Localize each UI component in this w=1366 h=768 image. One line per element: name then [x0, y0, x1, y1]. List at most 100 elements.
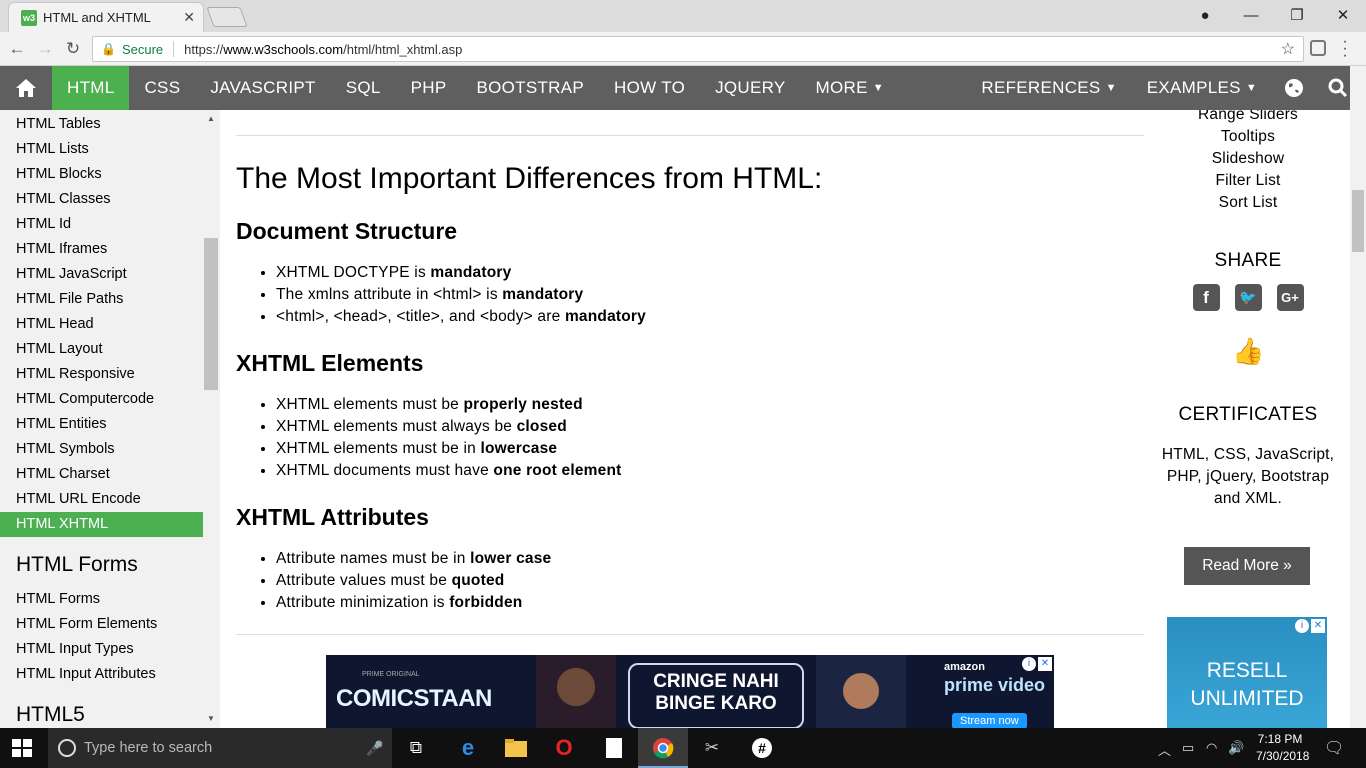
twitter-icon[interactable]: 🐦 [1234, 284, 1262, 311]
sidebar-item-html-computercode[interactable]: HTML Computercode [0, 387, 220, 412]
nav-jquery[interactable]: JQUERY [700, 66, 800, 110]
microphone-icon[interactable]: 🎤 [366, 740, 383, 757]
extension-icon[interactable] [1310, 40, 1326, 56]
edge-icon[interactable]: e [456, 735, 480, 760]
sidebar-item-html-symbols[interactable]: HTML Symbols [0, 437, 220, 462]
ad-line2: BINGE KARO [655, 693, 777, 714]
notifications-icon[interactable]: 🗨 [1324, 738, 1344, 758]
sidebar-item-html-classes[interactable]: HTML Classes [0, 187, 220, 212]
browser-tab[interactable]: w3 HTML and XHTML ✕ [8, 2, 204, 32]
home-icon[interactable] [0, 66, 52, 110]
right-link-slideshow[interactable]: Slideshow [1146, 148, 1350, 170]
sidebar-item-html-input-attributes[interactable]: HTML Input Attributes [0, 662, 220, 687]
opera-icon[interactable]: O [552, 735, 576, 760]
section-heading-xhtml-elements: XHTML Elements [236, 350, 424, 376]
google-plus-icon[interactable]: G+ [1276, 284, 1304, 311]
ad-person-image [816, 655, 906, 728]
like-thumb-icon[interactable]: 👍 [1232, 336, 1264, 367]
svg-text:#: # [758, 740, 766, 756]
close-window-button[interactable]: ✕ [1320, 0, 1366, 30]
page-scrollbar-track[interactable] [1350, 66, 1366, 728]
sidebar-item-html-entities[interactable]: HTML Entities [0, 412, 220, 437]
sidebar-scrollbar-track[interactable] [204, 110, 219, 728]
close-tab-icon[interactable]: ✕ [183, 9, 195, 26]
sidebar-item-html-charset[interactable]: HTML Charset [0, 462, 220, 487]
sidebar-item-html-form-elements[interactable]: HTML Form Elements [0, 612, 220, 637]
browser-menu-icon[interactable]: · · · [1340, 34, 1350, 64]
ad-close-icon[interactable]: ✕ [1311, 619, 1325, 633]
sidebar-item-html-file-paths[interactable]: HTML File Paths [0, 287, 220, 312]
ad-banner[interactable]: PRIME ORIGINAL COMICSTAAN CRINGE NAHI BIN… [326, 655, 1054, 728]
notepad-icon[interactable] [602, 736, 626, 760]
nav-more[interactable]: MORE ▼ [801, 66, 899, 110]
right-link-filter-list[interactable]: Filter List [1146, 170, 1350, 192]
ad-stream-button[interactable]: Stream now [952, 713, 1027, 728]
sidebar-item-html-tables[interactable]: HTML Tables [0, 112, 220, 137]
ad-info-icon[interactable]: i [1022, 657, 1036, 671]
sidebar-item-html-forms[interactable]: HTML Forms [0, 587, 220, 612]
ad-brand: COMICSTAAN [336, 685, 492, 712]
back-icon[interactable]: ← [6, 38, 28, 60]
ad-close-icon[interactable]: ✕ [1038, 657, 1052, 671]
file-explorer-icon[interactable] [504, 736, 528, 760]
wifi-icon[interactable]: ◠ [1206, 740, 1217, 756]
sidebar-item-html-input-types[interactable]: HTML Input Types [0, 637, 220, 662]
read-more-button[interactable]: Read More » [1184, 547, 1310, 585]
nav-references[interactable]: REFERENCES ▼ [966, 66, 1131, 110]
right-link-range-sliders[interactable]: Range Sliders [1146, 110, 1350, 126]
sidebar-scrollbar-thumb[interactable] [204, 238, 218, 390]
battery-icon[interactable]: ▭ [1182, 740, 1194, 756]
profile-icon[interactable]: ● [1182, 0, 1228, 30]
chrome-icon[interactable] [651, 736, 675, 760]
snipping-tool-icon[interactable]: ✂ [700, 736, 724, 760]
list-item-bold: forbidden [449, 594, 523, 611]
sidebar-item-html-xhtml[interactable]: HTML XHTML [0, 512, 203, 537]
nav-javascript[interactable]: JAVASCRIPT [195, 66, 330, 110]
reload-icon[interactable]: ↻ [62, 38, 84, 60]
list-item-text: XHTML elements must always be [276, 418, 517, 435]
sidebar-item-html-layout[interactable]: HTML Layout [0, 337, 220, 362]
task-view-icon[interactable]: ⧉ [404, 736, 428, 760]
xhtml-elements-list: XHTML elements must be properly nested X… [276, 394, 621, 482]
ad-info-icon[interactable]: i [1295, 619, 1309, 633]
sidebar-item-html-iframes[interactable]: HTML Iframes [0, 237, 220, 262]
right-link-sort-list[interactable]: Sort List [1146, 192, 1350, 214]
nav-bootstrap[interactable]: BOOTSTRAP [461, 66, 599, 110]
nav-css[interactable]: CSS [129, 66, 195, 110]
nav-php[interactable]: PHP [396, 66, 462, 110]
side-ad[interactable]: RESELL UNLIMITED i ✕ [1167, 617, 1327, 728]
volume-icon[interactable]: 🔊 [1228, 740, 1244, 756]
social-icons: f 🐦 G+ [1146, 284, 1350, 311]
nav-how-to[interactable]: HOW TO [599, 66, 700, 110]
sidebar-item-html-id[interactable]: HTML Id [0, 212, 220, 237]
sidebar-item-html-javascript[interactable]: HTML JavaScript [0, 262, 220, 287]
ad-person-image [536, 655, 616, 728]
sidebar-item-html-blocks[interactable]: HTML Blocks [0, 162, 220, 187]
minimize-button[interactable]: — [1228, 0, 1274, 30]
sidebar-item-html-url-encode[interactable]: HTML URL Encode [0, 487, 220, 512]
url-field[interactable]: 🔒 Secure https://www.w3schools.com/html/… [92, 36, 1304, 62]
right-link-tooltips[interactable]: Tooltips [1146, 126, 1350, 148]
new-tab-button[interactable] [206, 7, 248, 27]
slack-icon[interactable]: # [750, 736, 774, 760]
restore-button[interactable]: ❐ [1274, 0, 1320, 30]
scroll-up-icon[interactable]: ▲ [207, 114, 215, 123]
facebook-icon[interactable]: f [1192, 284, 1220, 311]
sidebar-item-html-head[interactable]: HTML Head [0, 312, 220, 337]
scroll-down-icon[interactable]: ▼ [207, 714, 215, 723]
nav-html[interactable]: HTML [52, 66, 130, 110]
taskbar-search[interactable]: Type here to search [48, 728, 392, 768]
page-scrollbar-thumb[interactable] [1352, 190, 1364, 252]
windows-start-icon[interactable] [12, 739, 32, 757]
nav-sql[interactable]: SQL [331, 66, 396, 110]
tray-expand-icon[interactable]: ︿ [1158, 740, 1171, 759]
sidebar-item-html-responsive[interactable]: HTML Responsive [0, 362, 220, 387]
sidebar-item-html-lists[interactable]: HTML Lists [0, 137, 220, 162]
taskbar-clock[interactable]: 7:18 PM 7/30/2018 [1256, 731, 1309, 765]
right-links: Range Sliders Tooltips Slideshow Filter … [1146, 110, 1350, 214]
nav-examples[interactable]: EXAMPLES ▼ [1132, 66, 1272, 110]
forward-icon[interactable]: → [34, 38, 56, 60]
w3-favicon-icon: w3 [21, 9, 37, 26]
bookmark-star-icon[interactable]: ☆ [1281, 39, 1295, 59]
globe-icon[interactable] [1272, 66, 1316, 110]
